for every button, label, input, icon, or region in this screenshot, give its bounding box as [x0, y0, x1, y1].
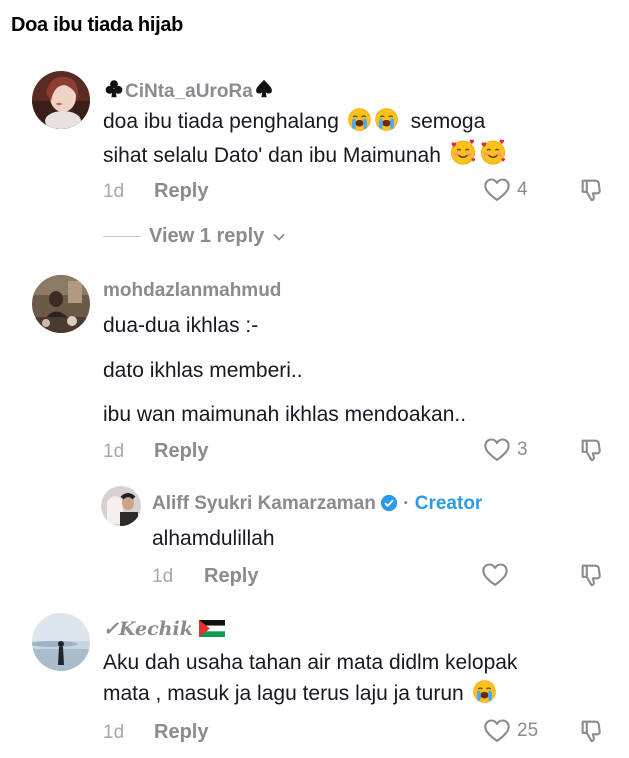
comment-username[interactable]: ✓Kechik: [103, 618, 225, 642]
smiling-face-with-hearts-emoji-icon: [479, 138, 507, 166]
spade-suit-icon: [253, 78, 275, 105]
comment-age: 1d: [103, 722, 125, 743]
view-replies-label: View 1 reply: [149, 225, 265, 247]
like-button[interactable]: 4: [483, 176, 528, 204]
club-suit-icon: [103, 78, 125, 105]
comment-text-line: ibu wan maimunah ikhlas mendoakan..: [103, 403, 467, 426]
thumbs-down-icon: [578, 176, 606, 204]
username-text: CiNta_aUroRa: [125, 81, 253, 102]
comment-text-line: doa ibu tiada penghalang semoga: [103, 107, 485, 137]
dislike-button[interactable]: [578, 561, 606, 594]
thumbs-down-icon: [578, 436, 606, 464]
reply-button[interactable]: Reply: [154, 180, 208, 203]
thumbs-down-icon: [578, 561, 606, 589]
like-count: 4: [517, 179, 528, 200]
heart-icon: [483, 176, 511, 204]
like-button[interactable]: [481, 561, 515, 589]
dislike-button[interactable]: [578, 436, 606, 469]
page-title: Doa ibu tiada hijab: [11, 14, 184, 36]
comment-age: 1d: [103, 441, 125, 462]
reply-button[interactable]: Reply: [154, 721, 208, 744]
like-button[interactable]: 25: [483, 717, 538, 745]
like-button[interactable]: 3: [483, 436, 528, 464]
comment-text-line: dua-dua ikhlas :-: [103, 314, 259, 337]
comment-username[interactable]: CiNta_aUroRa: [103, 78, 275, 105]
creator-label: Creator: [414, 493, 483, 514]
dislike-button[interactable]: [578, 717, 606, 750]
crying-face-emoji-icon: [347, 107, 372, 132]
heart-icon: [483, 436, 511, 464]
comment-text-line: dato ikhlas memberi..: [103, 359, 303, 382]
heart-icon: [481, 561, 509, 589]
comment-text-line: sihat selalu Dato' dan ibu Maimunah: [103, 138, 507, 171]
comment-text-line: mata , masuk ja lagu terus laju ja turun: [103, 679, 497, 709]
like-count: 3: [517, 439, 528, 460]
comment-username[interactable]: Aliff Syukri Kamarzaman · Creator: [152, 493, 482, 518]
dislike-button[interactable]: [578, 176, 606, 209]
heart-icon: [483, 717, 511, 745]
comment-age: 1d: [152, 566, 174, 587]
reply-button[interactable]: Reply: [204, 565, 258, 588]
smiling-face-with-hearts-emoji-icon: [449, 138, 477, 166]
comment-age: 1d: [103, 181, 125, 202]
palestine-flag-icon: [198, 620, 225, 642]
divider: [103, 236, 141, 237]
verified-badge-icon: [380, 494, 398, 518]
chevron-down-icon: [273, 233, 285, 241]
reply-button[interactable]: Reply: [154, 440, 208, 463]
crying-face-emoji-icon: [374, 107, 399, 132]
avatar[interactable]: [32, 71, 90, 129]
avatar[interactable]: [32, 613, 90, 671]
comment-text-line: alhamdulillah: [152, 527, 275, 550]
thumbs-down-icon: [578, 717, 606, 745]
crying-face-emoji-icon: [472, 679, 497, 704]
like-count: 25: [517, 720, 539, 741]
comment-username[interactable]: mohdazlanmahmud: [103, 280, 281, 302]
view-replies-button[interactable]: View 1 reply: [103, 225, 286, 248]
avatar[interactable]: [32, 275, 90, 333]
avatar[interactable]: [101, 486, 141, 526]
comment-text-line: Aku dah usaha tahan air mata didlm kelop…: [103, 651, 518, 674]
